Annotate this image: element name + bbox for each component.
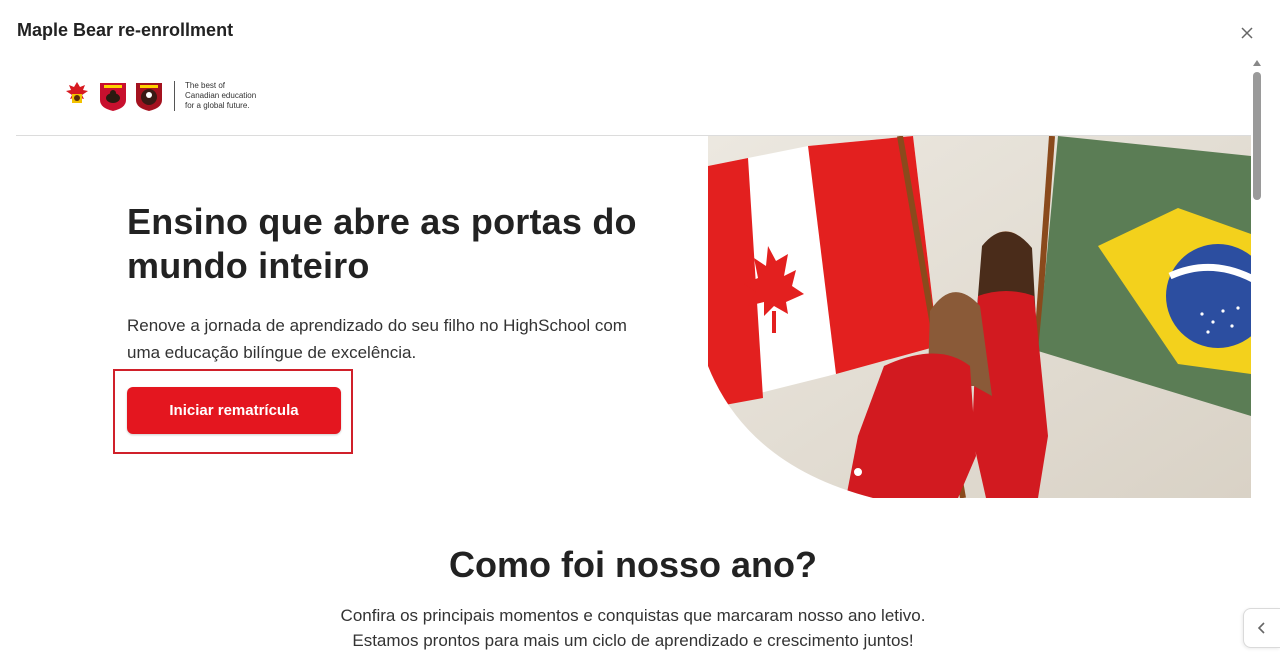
section-description-line-1: Confira os principais momentos e conquis… bbox=[340, 606, 926, 625]
tagline-line-3: for a global future. bbox=[185, 101, 250, 110]
side-panel-toggle-button[interactable] bbox=[1243, 608, 1280, 648]
scroll-up-arrow-icon[interactable] bbox=[1253, 60, 1261, 66]
section-title: Como foi nosso ano? bbox=[449, 544, 817, 585]
section-description-line-2: Estamos prontos para mais um ciclo de ap… bbox=[352, 631, 914, 650]
logo-divider bbox=[174, 81, 175, 111]
students-with-flags-photo bbox=[708, 136, 1251, 498]
maple-bear-shield-logo bbox=[100, 83, 126, 111]
maple-bear-crest-logo bbox=[66, 82, 88, 103]
close-icon[interactable] bbox=[1236, 22, 1258, 44]
tagline-line-1: The best of bbox=[185, 81, 226, 90]
scrollbar-thumb[interactable] bbox=[1253, 72, 1261, 200]
maple-bear-shield-dark-logo bbox=[136, 83, 162, 111]
dialog-title: Maple Bear re-enrollment bbox=[17, 20, 234, 40]
tagline-line-2: Canadian education bbox=[185, 91, 257, 100]
partner-logos: The best of Canadian education for a glo… bbox=[62, 78, 256, 114]
tagline: The best of Canadian education for a glo… bbox=[185, 81, 256, 111]
start-reenrollment-button[interactable]: Iniciar rematrícula bbox=[127, 387, 341, 434]
hero-title: Ensino que abre as portas do mundo intei… bbox=[127, 201, 637, 286]
vertical-scrollbar[interactable] bbox=[1251, 60, 1263, 660]
hero-subtitle: Renove a jornada de aprendizado do seu f… bbox=[127, 316, 627, 362]
chevron-left-icon bbox=[1257, 622, 1265, 634]
